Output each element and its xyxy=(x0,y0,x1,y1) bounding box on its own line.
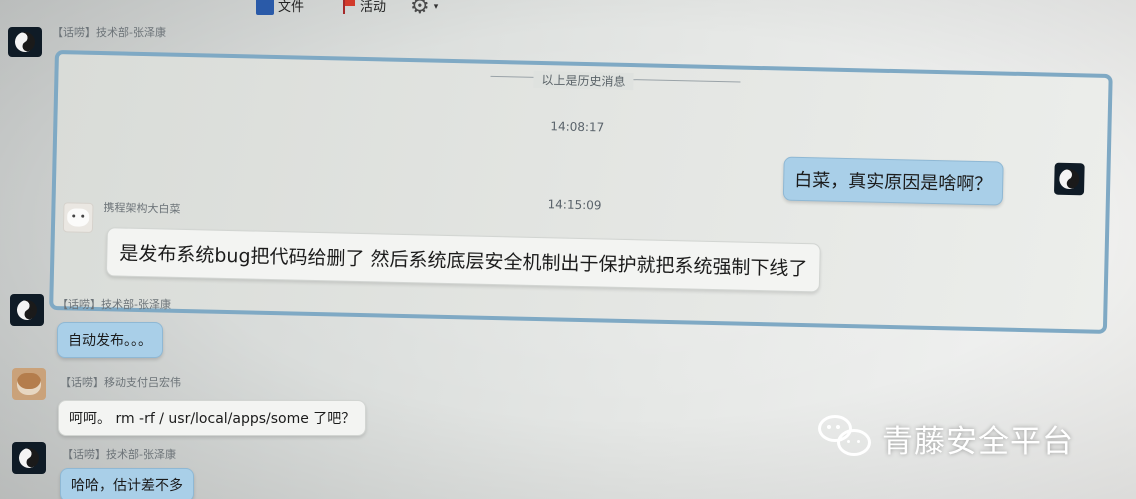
message-bubble-other[interactable]: 呵呵。 rm -rf / usr/local/apps/some 了吧？ xyxy=(58,400,367,436)
avatar[interactable] xyxy=(12,368,46,400)
watermark: 青藤安全平台 xyxy=(818,415,1074,461)
message-sender: 携程架构大白菜 xyxy=(103,201,181,216)
yin-yang-icon xyxy=(15,444,43,472)
avatar[interactable] xyxy=(12,442,46,474)
yin-yang-icon xyxy=(11,28,39,56)
gear-icon: ⚙ xyxy=(410,0,430,19)
toolbar-activity-label: 活动 xyxy=(360,0,387,15)
history-divider-label: 以上是历史消息 xyxy=(533,70,634,91)
message-bubble-self[interactable]: 自动发布。。。 xyxy=(57,322,163,358)
avatar[interactable] xyxy=(8,27,42,57)
cat-face-icon xyxy=(17,373,41,395)
avatar[interactable] xyxy=(62,202,94,233)
wechat-logo-icon xyxy=(818,415,874,461)
message-text: 呵呵。 rm -rf / usr/local/apps/some 了吧？ xyxy=(69,411,356,427)
message-sender: 【话唠】技术部-张泽康 xyxy=(62,448,176,461)
toolbar-settings-button[interactable]: ⚙ ▾ xyxy=(410,0,438,19)
message-text: 自动发布。。。 xyxy=(68,333,152,349)
flag-icon xyxy=(342,0,356,14)
toolbar-activity-button[interactable]: 活动 xyxy=(342,0,386,15)
chat-toolbar: 文件 活动 ⚙ ▾ xyxy=(0,0,520,20)
message-sender: 【话唠】技术部-张泽康 xyxy=(57,298,171,311)
avatar[interactable] xyxy=(10,294,44,326)
watermark-text: 青藤安全平台 xyxy=(882,423,1074,460)
message-bubble-self[interactable]: 哈哈，估计差不多 xyxy=(60,468,194,499)
message-bubble-other[interactable]: 是发布系统bug把代码给删了 然后系统底层安全机制出于保护就把系统强制下线了 xyxy=(105,227,822,293)
toolbar-file-label: 文件 xyxy=(278,0,305,15)
message-text: 哈哈，估计差不多 xyxy=(71,478,183,494)
message-sender: 【话唠】移动支付吕宏伟 xyxy=(60,376,181,389)
message-timestamp: 14:15:09 xyxy=(547,197,602,213)
file-icon xyxy=(256,0,274,15)
chevron-down-icon: ▾ xyxy=(433,1,439,12)
message-text: 是发布系统bug把代码给删了 然后系统底层安全机制出于保护就把系统强制下线了 xyxy=(119,242,808,281)
toolbar-file-button[interactable]: 文件 xyxy=(256,0,304,15)
message-sender: 【话唠】技术部-张泽康 xyxy=(52,26,166,39)
history-panel: 以上是历史消息 14:08:17 白菜，真实原因是啥啊？ 14:15:09 携程… xyxy=(49,50,1113,334)
message-text: 白菜，真实原因是啥啊？ xyxy=(793,169,993,196)
cat-face-icon xyxy=(67,208,90,227)
message-bubble-self[interactable]: 白菜，真实原因是啥啊？ xyxy=(782,156,1004,206)
avatar[interactable] xyxy=(1053,162,1085,196)
yin-yang-icon xyxy=(13,296,41,324)
yin-yang-icon xyxy=(1055,165,1083,193)
message-timestamp: 14:08:17 xyxy=(550,119,605,135)
